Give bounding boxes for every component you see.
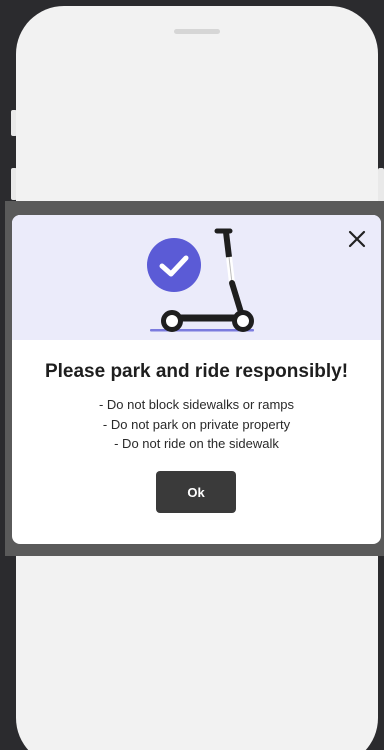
rule-item: - Do not block sidewalks or ramps xyxy=(98,397,295,412)
screen: Please park and ride responsibly! - Do n… xyxy=(0,0,384,750)
rule-item: - Do not ride on the sidewalk xyxy=(114,436,279,451)
modal-hero xyxy=(12,215,381,340)
home-indicator xyxy=(174,29,220,34)
rules-list: - Do not block sidewalks or ramps - Do n… xyxy=(12,395,381,454)
modal-title: Please park and ride responsibly! xyxy=(44,361,349,382)
check-circle-icon xyxy=(147,238,201,292)
scooter-illustration xyxy=(147,228,254,332)
scooter-rear-wheel xyxy=(161,310,183,332)
close-icon xyxy=(348,230,366,248)
ok-button[interactable]: Ok xyxy=(156,471,236,513)
rule-item: - Do not park on private property xyxy=(102,416,291,432)
parking-rules-modal: Please park and ride responsibly! - Do n… xyxy=(12,215,381,544)
close-button[interactable] xyxy=(345,227,369,251)
scooter-front-wheel xyxy=(232,310,254,332)
scooter-stem-top xyxy=(223,229,232,260)
